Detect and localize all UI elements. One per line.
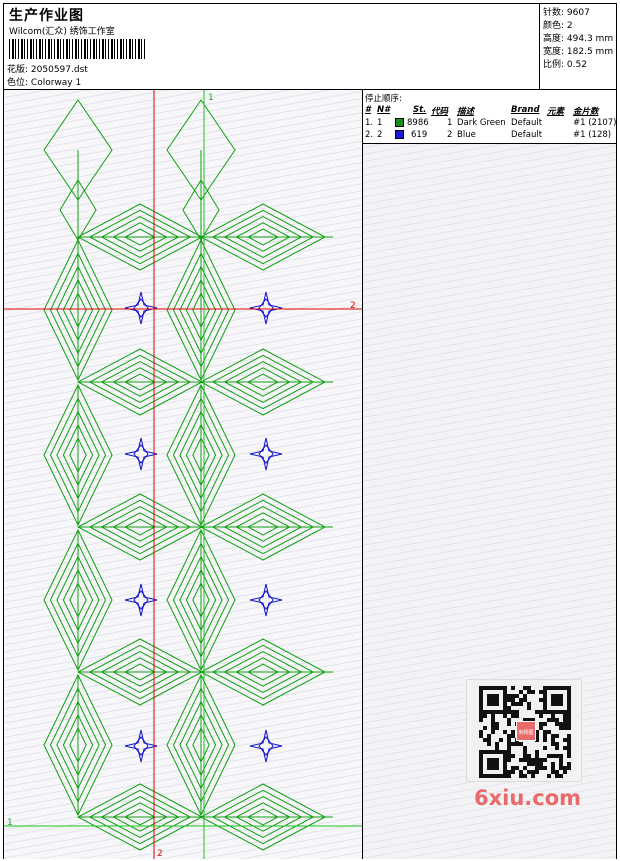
color-swatch <box>395 130 404 139</box>
design-label: 花版: <box>7 65 29 75</box>
colorway-value: Colorway 1 <box>30 78 82 88</box>
studio-name: Wilcom(汇众) 绣饰工作室 <box>9 27 115 37</box>
col-header-element: 元素 <box>547 107 565 117</box>
sheet-title: 生产作业图 <box>9 8 84 24</box>
vertical-motif <box>166 238 236 382</box>
col-header-stitches: St. <box>413 105 427 115</box>
col-header-brand: Brand <box>511 105 540 115</box>
design-height: 高度: 494.3 mm <box>543 34 614 44</box>
blue-star-motif <box>124 583 158 617</box>
blue-star-motif <box>124 729 158 763</box>
marker-label: 1 <box>7 818 13 828</box>
barcode <box>9 39 145 59</box>
col-header-needle: N# <box>377 105 391 115</box>
vertical-motif <box>43 528 113 672</box>
col-header-code: 代码 <box>431 107 449 117</box>
qr-badge-text: 刺绣图 <box>518 729 533 736</box>
blue-star-motif <box>249 437 283 471</box>
horizontal-motif <box>199 203 333 271</box>
color-swatch <box>395 118 404 127</box>
blue-star-motif <box>249 291 283 325</box>
vertical-motif <box>43 383 113 527</box>
stats-box: 针数: 9607 颜色: 2 高度: 494.3 mm 宽度: 182.5 mm… <box>539 4 616 90</box>
colorway-label: 色位: <box>7 78 29 88</box>
design-value: 2050597.dst <box>30 65 88 75</box>
embroidery-design: 1 2 1 2 <box>4 90 362 859</box>
horizontal-motif <box>199 348 333 416</box>
vertical-motif <box>166 383 236 527</box>
horizontal-motif <box>199 638 333 706</box>
design-scale: 比例: 0.52 <box>543 60 587 70</box>
marker-label: 1 <box>208 93 214 103</box>
blue-star-motif <box>249 583 283 617</box>
vertical-motif <box>166 528 236 672</box>
vertical-motif <box>166 673 236 817</box>
horizontal-motif <box>199 783 333 851</box>
qr-pattern: 刺绣图 <box>479 686 571 778</box>
marker-label: 2 <box>350 301 356 311</box>
blue-star-motif <box>124 291 158 325</box>
watermark-logo: 6xiu.com <box>474 786 582 810</box>
color-count: 颜色: 2 <box>543 21 573 31</box>
blue-star-motif <box>124 437 158 471</box>
vertical-motif <box>43 673 113 817</box>
marker-label: 2 <box>157 849 163 859</box>
col-header-index: # <box>365 105 371 115</box>
stop-sequence-label: 停止顺序: <box>365 94 402 104</box>
col-header-sequin: 金片数 <box>573 107 599 117</box>
stitch-count: 针数: 9607 <box>543 8 590 18</box>
colorway-info: 色位: Colorway 1 <box>7 75 81 88</box>
col-header-desc: 描述 <box>457 107 475 117</box>
stop-sequence-table: 停止顺序: # N# St. 代码 描述 Brand 元素 金片数 1. 1 8… <box>363 90 617 144</box>
design-canvas[interactable]: 1 2 1 2 <box>4 90 363 859</box>
sheet-header: 生产作业图 Wilcom(汇众) 绣饰工作室 花版: 2050597.dst 色… <box>4 4 616 90</box>
qr-code: 刺绣图 <box>466 679 582 782</box>
design-info: 花版: 2050597.dst <box>7 62 88 75</box>
design-width: 宽度: 182.5 mm <box>543 47 614 57</box>
horizontal-motif <box>199 493 333 561</box>
horizontal-motif <box>76 203 210 271</box>
vertical-motif <box>43 238 113 382</box>
blue-star-motif <box>249 729 283 763</box>
